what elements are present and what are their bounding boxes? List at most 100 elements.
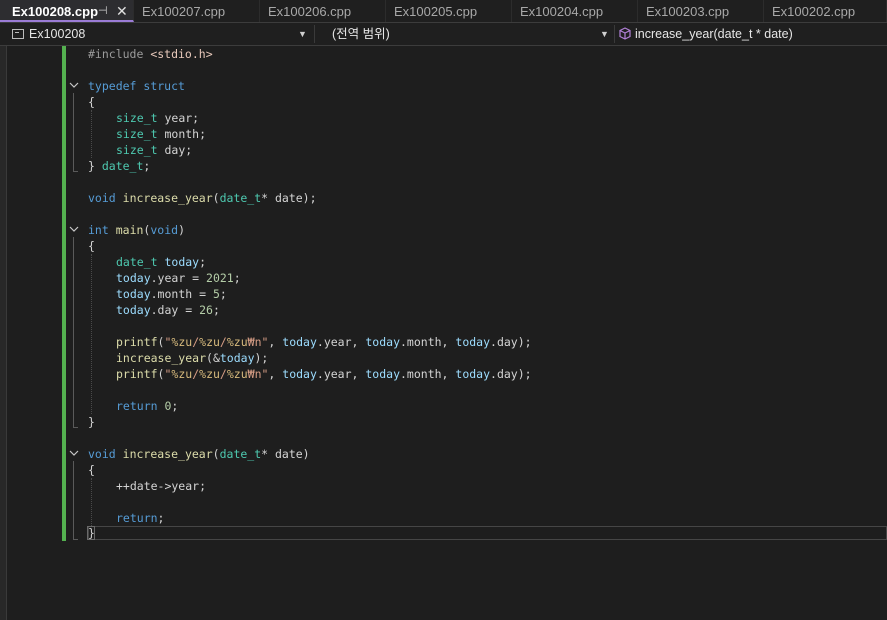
code-line-26: void increase_year(date_t* date) bbox=[88, 446, 310, 462]
token: .month, bbox=[400, 335, 456, 349]
scope-label: (전역 범위) bbox=[332, 27, 390, 41]
code-line-1: #include <stdio.h> bbox=[88, 46, 213, 62]
tab-label: Ex100207.cpp bbox=[142, 4, 226, 19]
code-line-17: today.day = 26; bbox=[116, 302, 220, 318]
token: day; bbox=[157, 143, 193, 157]
token: } bbox=[88, 159, 102, 173]
code-line-10: void increase_year(date_t* date); bbox=[88, 190, 317, 206]
close-icon[interactable]: ✕ bbox=[116, 0, 128, 23]
fold-rail-end bbox=[73, 171, 78, 172]
code-line-4: { bbox=[88, 95, 95, 109]
token: , bbox=[268, 335, 283, 349]
token: 26 bbox=[199, 303, 213, 317]
token: today bbox=[365, 335, 400, 349]
navbar-divider bbox=[314, 25, 315, 43]
change-indicator-bar bbox=[62, 46, 66, 541]
scope-dropdown[interactable]: (전역 범위) ▼ bbox=[316, 23, 614, 45]
code-editor[interactable]: #include <stdio.h> typedef struct { size… bbox=[24, 46, 887, 620]
token: * date); bbox=[261, 191, 317, 205]
code-line-7: size_t day; bbox=[116, 142, 192, 158]
token: increase_year bbox=[116, 351, 207, 365]
tab-ex100207[interactable]: Ex100207.cpp bbox=[134, 0, 260, 22]
member-dropdown[interactable]: increase_year(date_t * date) bbox=[614, 23, 887, 45]
token: .year, bbox=[316, 367, 366, 381]
code-line-13: { bbox=[88, 239, 95, 253]
tab-ex100206[interactable]: Ex100206.cpp bbox=[260, 0, 386, 22]
token: struct bbox=[143, 79, 185, 93]
code-line-5: size_t year; bbox=[116, 110, 199, 126]
code-line-19: printf("%zu/%zu/%zu₩n", today.year, toda… bbox=[116, 334, 532, 350]
navigation-bar: Ex100208 ▼ (전역 범위) ▼ increase_year(date_… bbox=[0, 22, 887, 46]
fold-rail-end bbox=[73, 539, 78, 540]
token: month; bbox=[157, 127, 207, 141]
token: %zu bbox=[171, 335, 193, 349]
tab-ex100208[interactable]: Ex100208.cpp ⊣ ✕ bbox=[0, 0, 134, 22]
project-name: Ex100208 bbox=[29, 27, 86, 41]
token: printf bbox=[116, 367, 158, 381]
token: <stdio.h> bbox=[150, 47, 213, 61]
token: %zu bbox=[226, 335, 248, 349]
code-line-20: increase_year(&today); bbox=[116, 350, 268, 366]
code-line-30: return; bbox=[116, 510, 164, 526]
code-line-8: } date_t; bbox=[88, 158, 150, 174]
tab-ex100205[interactable]: Ex100205.cpp bbox=[386, 0, 512, 22]
token: today bbox=[282, 367, 317, 381]
token: .year = bbox=[150, 271, 207, 285]
token: / bbox=[219, 367, 227, 381]
tab-ex100203[interactable]: Ex100203.cpp bbox=[638, 0, 764, 22]
token: size_t bbox=[116, 111, 158, 125]
code-line-27: { bbox=[88, 463, 95, 477]
token: .month = bbox=[150, 287, 213, 301]
collapse-chevron-icon[interactable] bbox=[69, 448, 79, 460]
code-line-12: int main(void) bbox=[88, 222, 185, 238]
token: .day); bbox=[490, 367, 532, 381]
token: .day = bbox=[150, 303, 200, 317]
token: return bbox=[116, 399, 158, 413]
code-line-14: date_t today; bbox=[116, 254, 206, 270]
tab-ex100204[interactable]: Ex100204.cpp bbox=[512, 0, 638, 22]
pin-icon[interactable]: ⊣ bbox=[98, 0, 108, 23]
indent-guide bbox=[91, 110, 92, 158]
token: ( bbox=[212, 447, 220, 461]
token: ₩n" bbox=[247, 335, 269, 349]
code-line-3: typedef struct bbox=[88, 78, 185, 94]
collapse-chevron-icon[interactable] bbox=[69, 80, 79, 92]
token: size_t bbox=[116, 127, 158, 141]
member-label: increase_year(date_t * date) bbox=[635, 27, 793, 41]
chevron-down-icon: ▼ bbox=[600, 29, 609, 39]
token: ₩n" bbox=[247, 367, 269, 381]
tab-label: Ex100208.cpp bbox=[12, 4, 99, 19]
code-line-16: today.month = 5; bbox=[116, 286, 227, 302]
method-cube-icon bbox=[619, 27, 631, 40]
indent-guide bbox=[91, 254, 92, 414]
token: %zu bbox=[226, 367, 248, 381]
collapse-chevron-icon[interactable] bbox=[69, 224, 79, 236]
token: today bbox=[455, 335, 491, 349]
token: date_t bbox=[219, 447, 262, 461]
token: ) bbox=[178, 223, 185, 237]
token: typedef bbox=[88, 79, 137, 93]
token: today bbox=[365, 367, 400, 381]
tab-label: Ex100206.cpp bbox=[268, 4, 352, 19]
token: ; bbox=[157, 511, 165, 525]
token: ( bbox=[212, 191, 220, 205]
token: void bbox=[88, 447, 116, 461]
project-dropdown[interactable]: Ex100208 ▼ bbox=[0, 23, 312, 45]
token: .year, bbox=[316, 335, 366, 349]
token: .month, bbox=[400, 367, 456, 381]
token: .day); bbox=[490, 335, 532, 349]
tab-label: Ex100202.cpp bbox=[772, 4, 856, 19]
token: today bbox=[282, 335, 317, 349]
token: today bbox=[455, 367, 491, 381]
token: ; bbox=[212, 303, 220, 317]
tab-ex100202[interactable]: Ex100202.cpp bbox=[764, 0, 887, 22]
token: ; bbox=[171, 399, 179, 413]
code-line-23: return 0; bbox=[116, 398, 178, 414]
token: printf bbox=[116, 335, 158, 349]
left-margin-strip bbox=[0, 46, 7, 620]
token: 2021 bbox=[206, 271, 234, 285]
tab-label: Ex100205.cpp bbox=[394, 4, 478, 19]
token: , bbox=[268, 367, 283, 381]
